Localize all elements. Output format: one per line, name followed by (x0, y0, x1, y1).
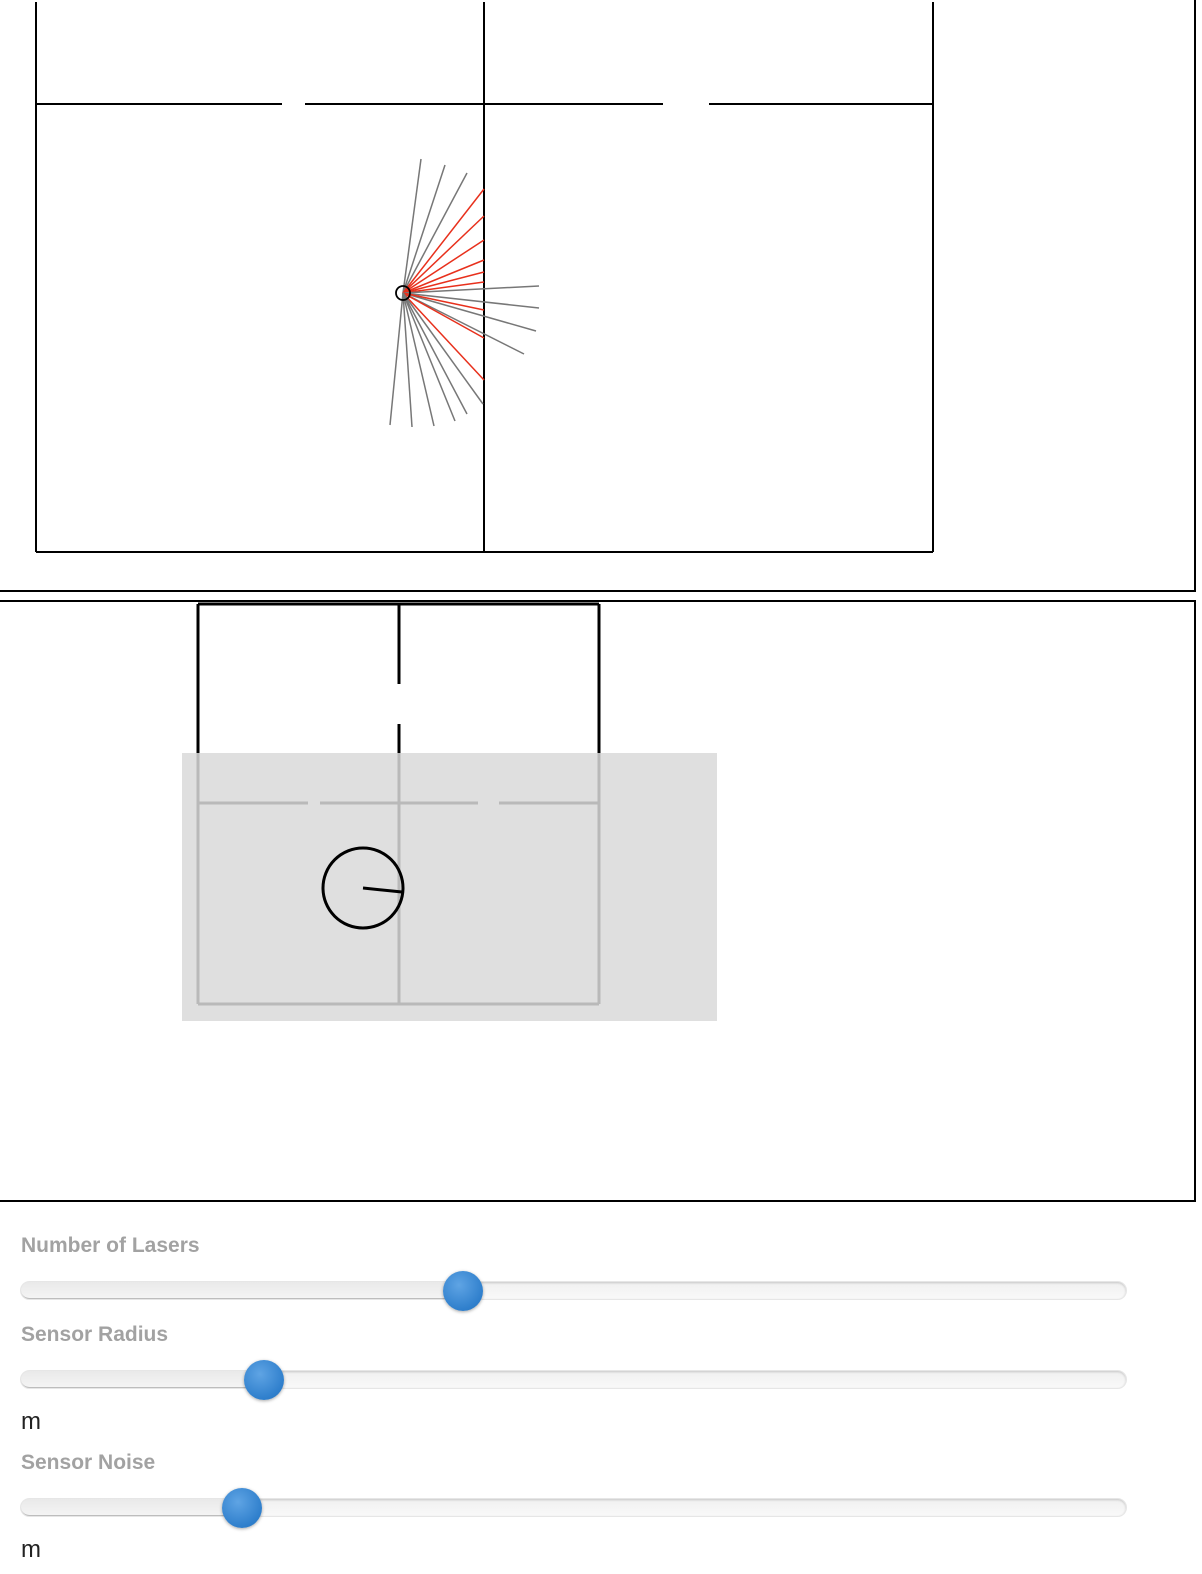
laser-ray (402, 292, 540, 309)
noise-label: Sensor Noise (21, 1451, 156, 1474)
noise-slider-handle[interactable] (222, 1487, 262, 1528)
lasers-slider-fill (21, 1282, 463, 1299)
radius-slider-fill (21, 1371, 265, 1388)
noise-slider[interactable] (20, 1487, 1127, 1528)
laser-ray (402, 292, 525, 355)
controls-panel: Number of Lasers Sensor Radius m Sensor … (0, 1202, 1202, 1574)
sensor-coverage-overlay (182, 753, 717, 1021)
laser-ray (402, 292, 484, 405)
lasers-slider-handle[interactable] (443, 1270, 483, 1311)
laser-ray (402, 292, 537, 332)
radius-slider[interactable] (20, 1359, 1127, 1400)
lasers-label: Number of Lasers (21, 1234, 200, 1257)
laser-ray-hit (402, 292, 485, 381)
lasers-slider[interactable] (20, 1270, 1127, 1311)
noise-unit: m (21, 1536, 41, 1563)
laser-ray-hit (402, 239, 485, 294)
laser-ray-hit (402, 292, 485, 311)
radius-slider-handle[interactable] (244, 1359, 285, 1400)
laser-scan-canvas (35, 2, 934, 553)
laser-ray (402, 172, 468, 294)
map-canvas (182, 602, 717, 1021)
laser-ray (389, 292, 404, 426)
noise-slider-fill (21, 1499, 242, 1516)
laser-scan-view (0, 0, 1196, 592)
map-view (0, 600, 1196, 1202)
radius-label: Sensor Radius (21, 1323, 169, 1346)
radius-unit: m (21, 1408, 41, 1435)
